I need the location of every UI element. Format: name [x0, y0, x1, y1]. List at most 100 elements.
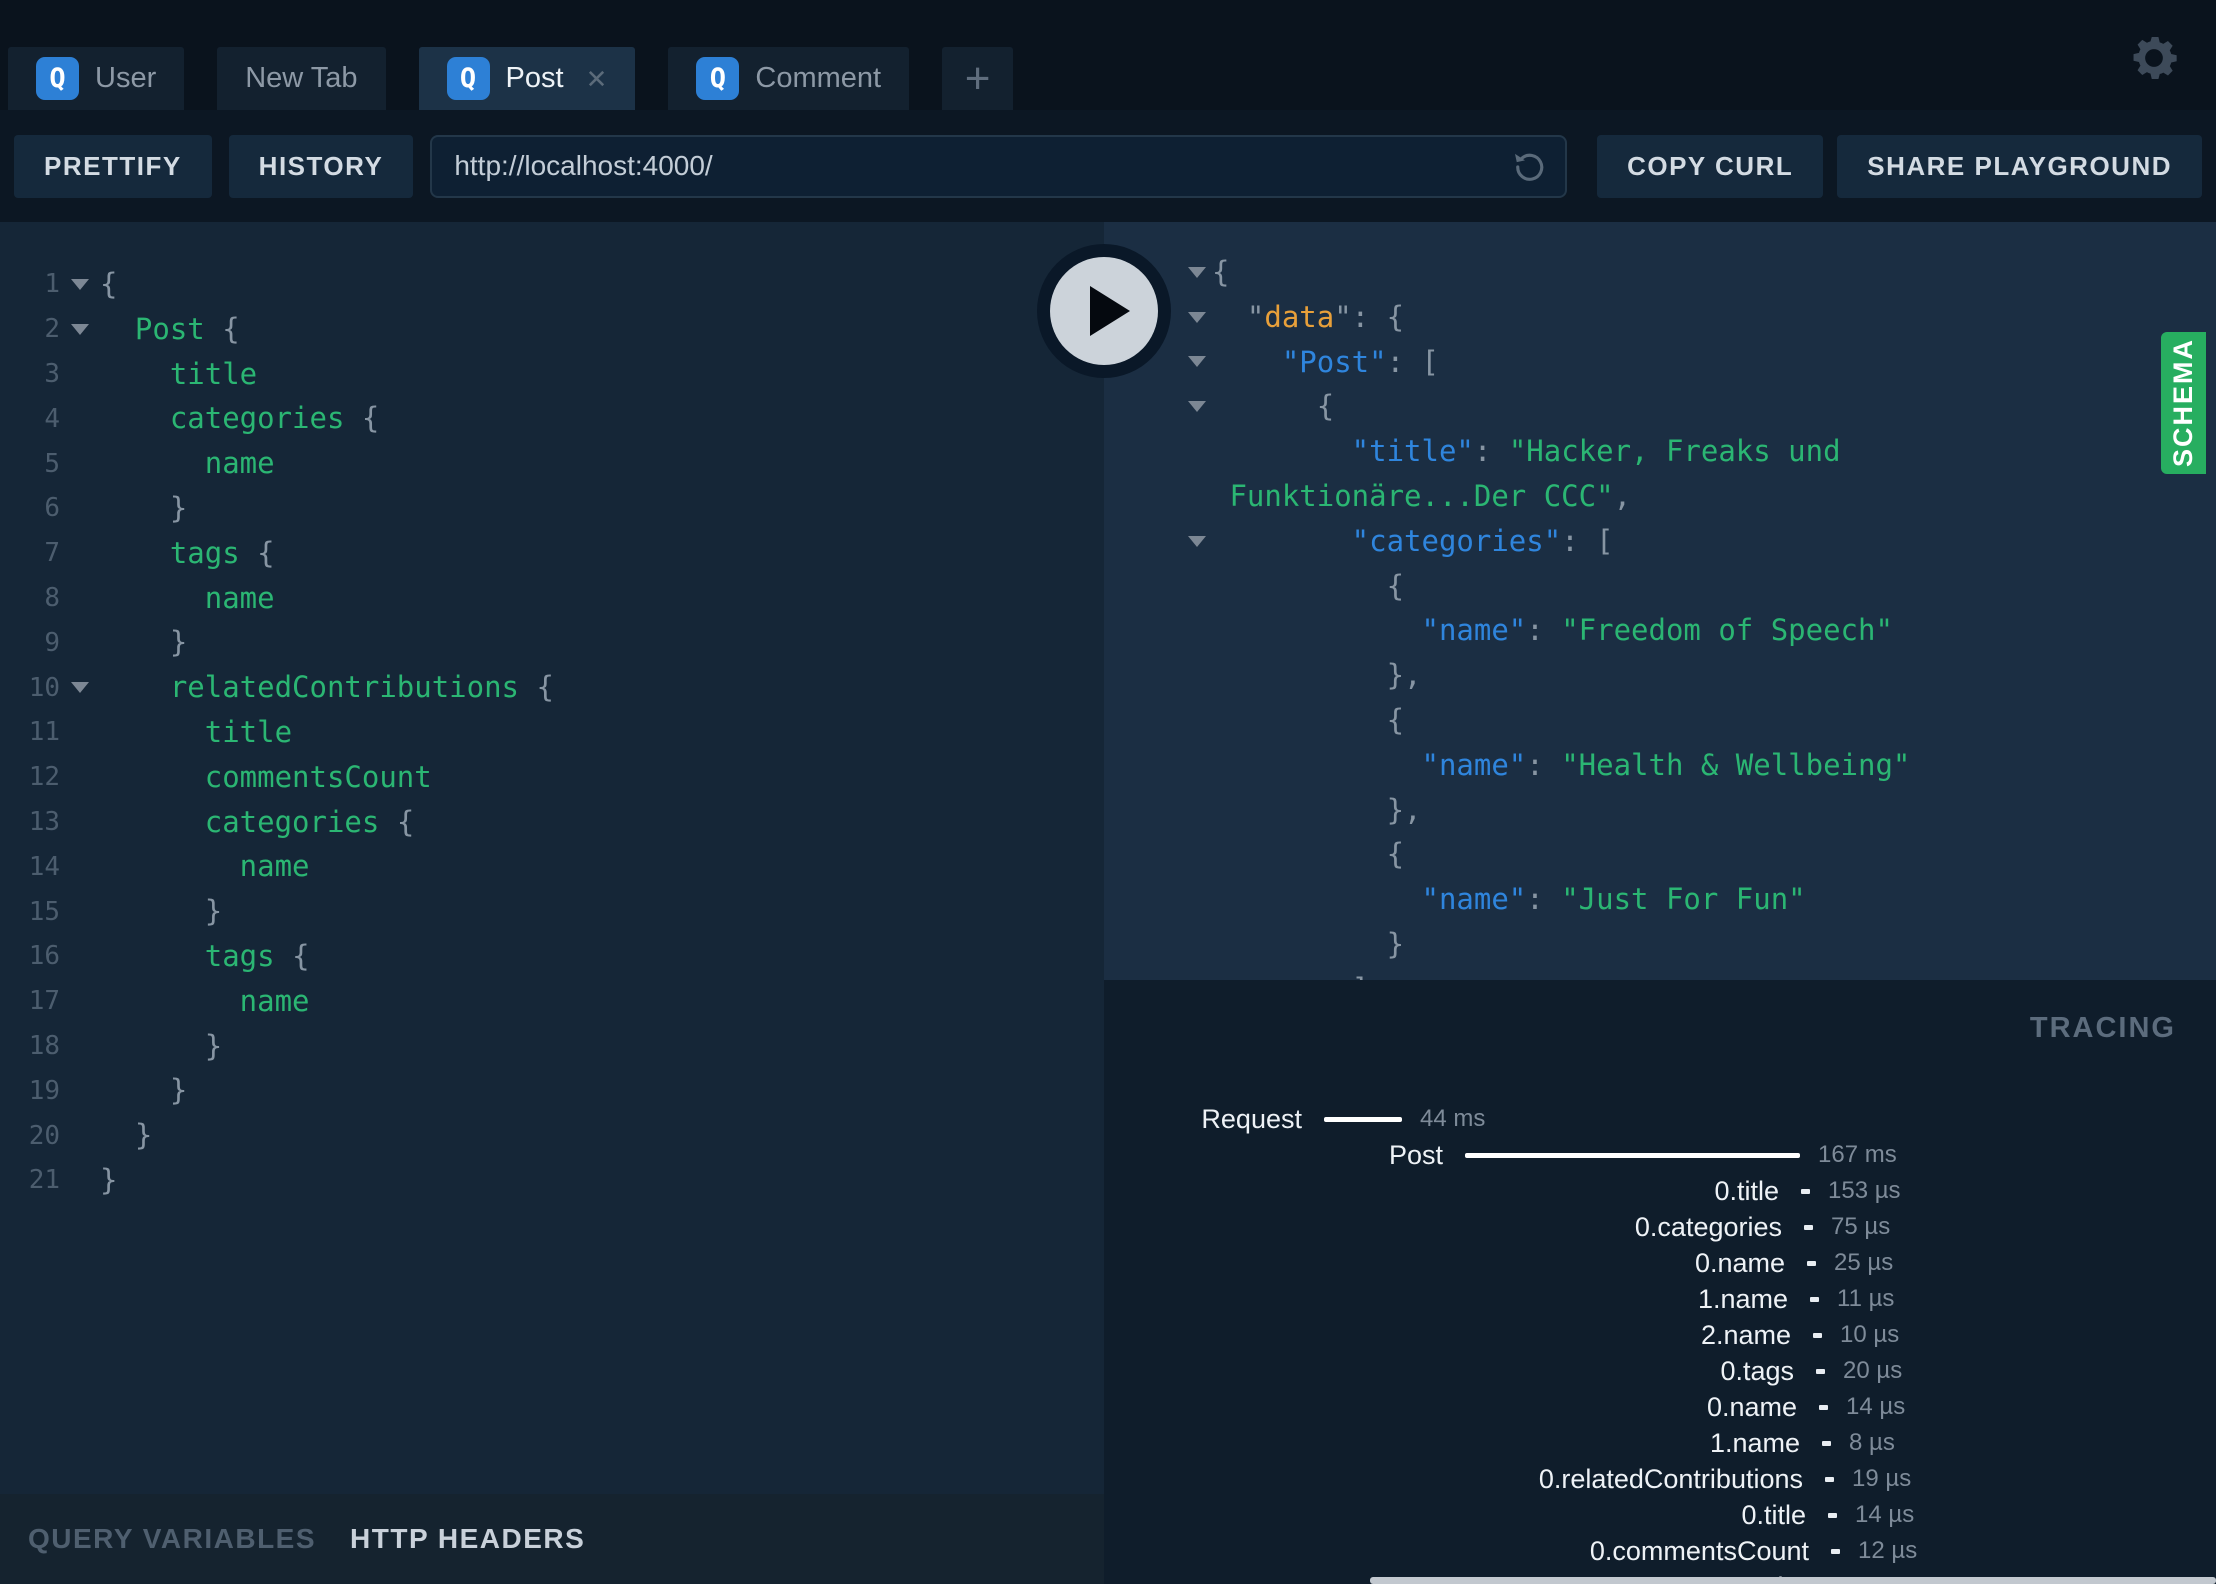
tab-comment[interactable]: Q Comment [668, 47, 910, 110]
editor-line: 4 categories { [0, 396, 1104, 441]
code-text: { [100, 267, 118, 301]
response-line: { [1104, 698, 2216, 743]
tab-post[interactable]: Q Post ✕ [418, 47, 636, 110]
response-line: { [1104, 250, 2216, 295]
code-text: } [169, 490, 188, 525]
copy-curl-button[interactable]: COPY CURL [1597, 134, 1824, 198]
code-text: }, [1386, 792, 1422, 827]
line-number: 3 [44, 358, 60, 389]
code-text: name [204, 580, 275, 615]
reload-icon[interactable] [1511, 149, 1547, 185]
line-number: 7 [44, 538, 60, 569]
tracing-duration-marker [1810, 1296, 1819, 1302]
tracing-duration-bar [1465, 1152, 1800, 1158]
line-number: 15 [28, 896, 60, 927]
share-playground-button[interactable]: SHARE PLAYGROUND [1837, 134, 2202, 198]
code-text: ] [1212, 967, 1369, 980]
tracing-row-value: 12 µs [1858, 1537, 1918, 1564]
tracing-row-value: 44 ms [1420, 1105, 1486, 1132]
tracing-row: 0.relatedContributions 19 µs [1104, 1461, 2216, 1497]
line-number: 2 [44, 314, 60, 345]
fold-arrow-icon[interactable] [1188, 356, 1206, 368]
code-text: Funktionäre...Der CCC", [1229, 478, 1632, 513]
fold-gutter [1182, 356, 1212, 368]
editor-line: 3 title [0, 352, 1104, 397]
code-text: tags { [169, 535, 275, 570]
endpoint-url-input[interactable] [430, 134, 1568, 198]
editor-line: 5 name [0, 441, 1104, 486]
fold-gutter [1182, 311, 1212, 323]
tab-bar: Q User New Tab Q Post ✕ Q Comment + [8, 47, 1046, 110]
fold-arrow-icon[interactable] [1188, 266, 1206, 278]
fold-arrow-icon[interactable] [1188, 401, 1206, 413]
tracing-duration-marker [1819, 1404, 1828, 1410]
settings-gear-icon[interactable] [2126, 30, 2182, 86]
fold-arrow-icon[interactable] [71, 278, 89, 290]
tracing-row-label: 0.name [1694, 1247, 1785, 1278]
response-line: "data": { [1104, 295, 2216, 340]
top-bar: Q User New Tab Q Post ✕ Q Comment + [0, 0, 2216, 110]
close-tab-icon[interactable]: ✕ [586, 66, 608, 92]
line-number: 8 [44, 582, 60, 613]
code-text: Post { [134, 311, 240, 346]
fold-arrow-icon[interactable] [1188, 311, 1206, 323]
http-headers-tab[interactable]: HTTP HEADERS [350, 1523, 585, 1555]
line-number: 17 [28, 986, 60, 1017]
tracing-row-value: 19 µs [1852, 1465, 1912, 1492]
line-number: 10 [28, 672, 60, 703]
schema-side-tab[interactable]: SCHEMA [2161, 332, 2206, 474]
tab-label: User [95, 62, 157, 94]
tracing-row-value: 14 µs [1855, 1501, 1915, 1528]
tracing-row: 0.name 14 µs [1104, 1389, 2216, 1425]
response-line: "title": "Hacker, Freaks und [1104, 429, 2216, 474]
query-badge-icon: Q [36, 57, 79, 100]
tracing-row: 1.name 11 µs [1104, 1281, 2216, 1317]
horizontal-scrollbar[interactable] [1370, 1577, 2216, 1584]
line-number: 1 [44, 269, 60, 300]
code-text: "categories": [ [1351, 523, 1614, 558]
code-text: } [134, 1118, 153, 1153]
response-line: { [1104, 564, 2216, 609]
tracing-row: 0.title 153 µs [1104, 1173, 2216, 1209]
tracing-row: 0.title 14 µs [1104, 1497, 2216, 1533]
tracing-row-label: 2.name [1700, 1319, 1791, 1350]
execute-query-button[interactable] [1037, 244, 1171, 378]
line-number: 16 [28, 941, 60, 972]
editor-line: 10 relatedContributions { [0, 665, 1104, 710]
line-number: 4 [44, 403, 60, 434]
tracing-duration-marker [1825, 1476, 1834, 1482]
line-number: 21 [28, 1165, 60, 1196]
response-line: "name": "Just For Fun" [1104, 877, 2216, 922]
tracing-row-label: 0.categories [1634, 1211, 1782, 1242]
tab-user[interactable]: Q User [8, 47, 185, 110]
code-text: } [204, 1028, 223, 1063]
fold-arrow-icon[interactable] [71, 682, 89, 694]
editor-line: 2 Post { [0, 307, 1104, 352]
add-tab-button[interactable]: + [942, 47, 1014, 110]
tracing-row-label: 0.title [1741, 1499, 1806, 1530]
line-number: 12 [28, 762, 60, 793]
tracing-row-label: Post [1388, 1139, 1443, 1170]
code-text: "Post": [ [1281, 344, 1439, 379]
query-variables-tab[interactable]: QUERY VARIABLES [28, 1523, 316, 1555]
tracing-row-value: 20 µs [1843, 1357, 1903, 1384]
fold-arrow-icon[interactable] [1188, 535, 1206, 547]
editor-line: 12 commentsCount [0, 755, 1104, 800]
response-lines: {"data": {"Post": [{"title": "Hacker, Fr… [1104, 222, 2216, 980]
tracing-row-value: 167 ms [1818, 1141, 1897, 1168]
code-text: "name": "Health & Wellbeing" [1421, 747, 1911, 782]
tracing-row-label: 0.relatedContributions [1538, 1463, 1803, 1494]
tracing-row-value: 14 µs [1846, 1393, 1906, 1420]
response-line: }, [1104, 788, 2216, 833]
tab-label: Comment [755, 62, 882, 94]
play-icon [1090, 286, 1130, 336]
tracing-row: 0.categories 75 µs [1104, 1209, 2216, 1245]
fold-arrow-icon[interactable] [71, 323, 89, 335]
code-text: { [1386, 702, 1405, 737]
tab-new-tab[interactable]: New Tab [217, 47, 386, 110]
query-editor[interactable]: 1{2 Post {3 title 4 categories {5 name 6} 7 tags… [0, 222, 1104, 1494]
prettify-button[interactable]: PRETTIFY [14, 134, 212, 198]
response-line: Funktionäre...Der CCC", [1104, 474, 2216, 519]
editor-line: 11 title [0, 710, 1104, 755]
history-button[interactable]: HISTORY [228, 134, 414, 198]
